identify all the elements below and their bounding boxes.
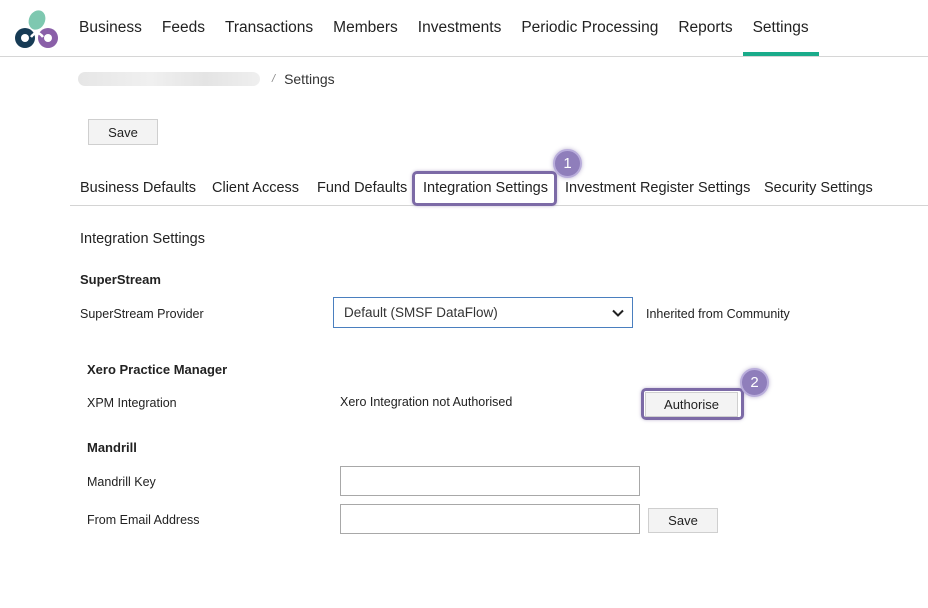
nav-item-transactions[interactable]: Transactions: [215, 0, 323, 56]
step-marker-1: 1: [553, 149, 582, 178]
top-navigation-bar: Business Feeds Transactions Members Inve…: [0, 0, 928, 57]
inherited-note: Inherited from Community: [646, 307, 790, 321]
mandrill-heading: Mandrill: [87, 440, 137, 455]
settings-tabs: Business Defaults Client Access Fund Def…: [70, 172, 928, 206]
section-title: Integration Settings: [80, 231, 205, 247]
tab-business-defaults[interactable]: Business Defaults: [80, 180, 196, 196]
tab-client-access[interactable]: Client Access: [212, 180, 299, 196]
from-email-label: From Email Address: [87, 513, 200, 527]
mandrill-key-label: Mandrill Key: [87, 475, 156, 489]
nav-item-periodic-processing[interactable]: Periodic Processing: [511, 0, 668, 56]
xero-heading: Xero Practice Manager: [87, 362, 228, 377]
from-email-input[interactable]: [340, 504, 640, 534]
tab-fund-defaults[interactable]: Fund Defaults: [317, 180, 407, 196]
breadcrumb: / Settings: [78, 70, 335, 88]
mandrill-key-input[interactable]: [340, 466, 640, 496]
xpm-status-text: Xero Integration not Authorised: [340, 395, 513, 409]
app-logo-icon[interactable]: [13, 7, 61, 51]
chevron-down-icon: [612, 309, 624, 317]
save-button[interactable]: Save: [88, 119, 158, 145]
nav-item-feeds[interactable]: Feeds: [152, 0, 215, 56]
superstream-provider-select[interactable]: Default (SMSF DataFlow): [333, 297, 633, 328]
mandrill-save-button[interactable]: Save: [648, 508, 718, 533]
superstream-heading: SuperStream: [80, 272, 161, 287]
breadcrumb-separator: /: [272, 73, 276, 85]
authorise-button[interactable]: Authorise: [645, 392, 738, 417]
main-nav: Business Feeds Transactions Members Inve…: [69, 0, 819, 56]
tab-security-settings[interactable]: Security Settings: [764, 180, 873, 196]
nav-item-investments[interactable]: Investments: [408, 0, 512, 56]
xpm-integration-label: XPM Integration: [87, 396, 177, 410]
tab-integration-settings[interactable]: Integration Settings: [423, 180, 548, 196]
superstream-provider-label: SuperStream Provider: [80, 307, 204, 321]
breadcrumb-current: Settings: [284, 71, 335, 87]
tab-investment-register-settings[interactable]: Investment Register Settings: [565, 180, 750, 196]
nav-item-business[interactable]: Business: [69, 0, 152, 56]
nav-item-members[interactable]: Members: [323, 0, 408, 56]
superstream-provider-value: Default (SMSF DataFlow): [344, 305, 498, 320]
nav-item-reports[interactable]: Reports: [668, 0, 742, 56]
step-marker-2: 2: [740, 368, 769, 397]
breadcrumb-business-link-blurred[interactable]: [78, 72, 260, 86]
nav-item-settings[interactable]: Settings: [742, 0, 819, 56]
